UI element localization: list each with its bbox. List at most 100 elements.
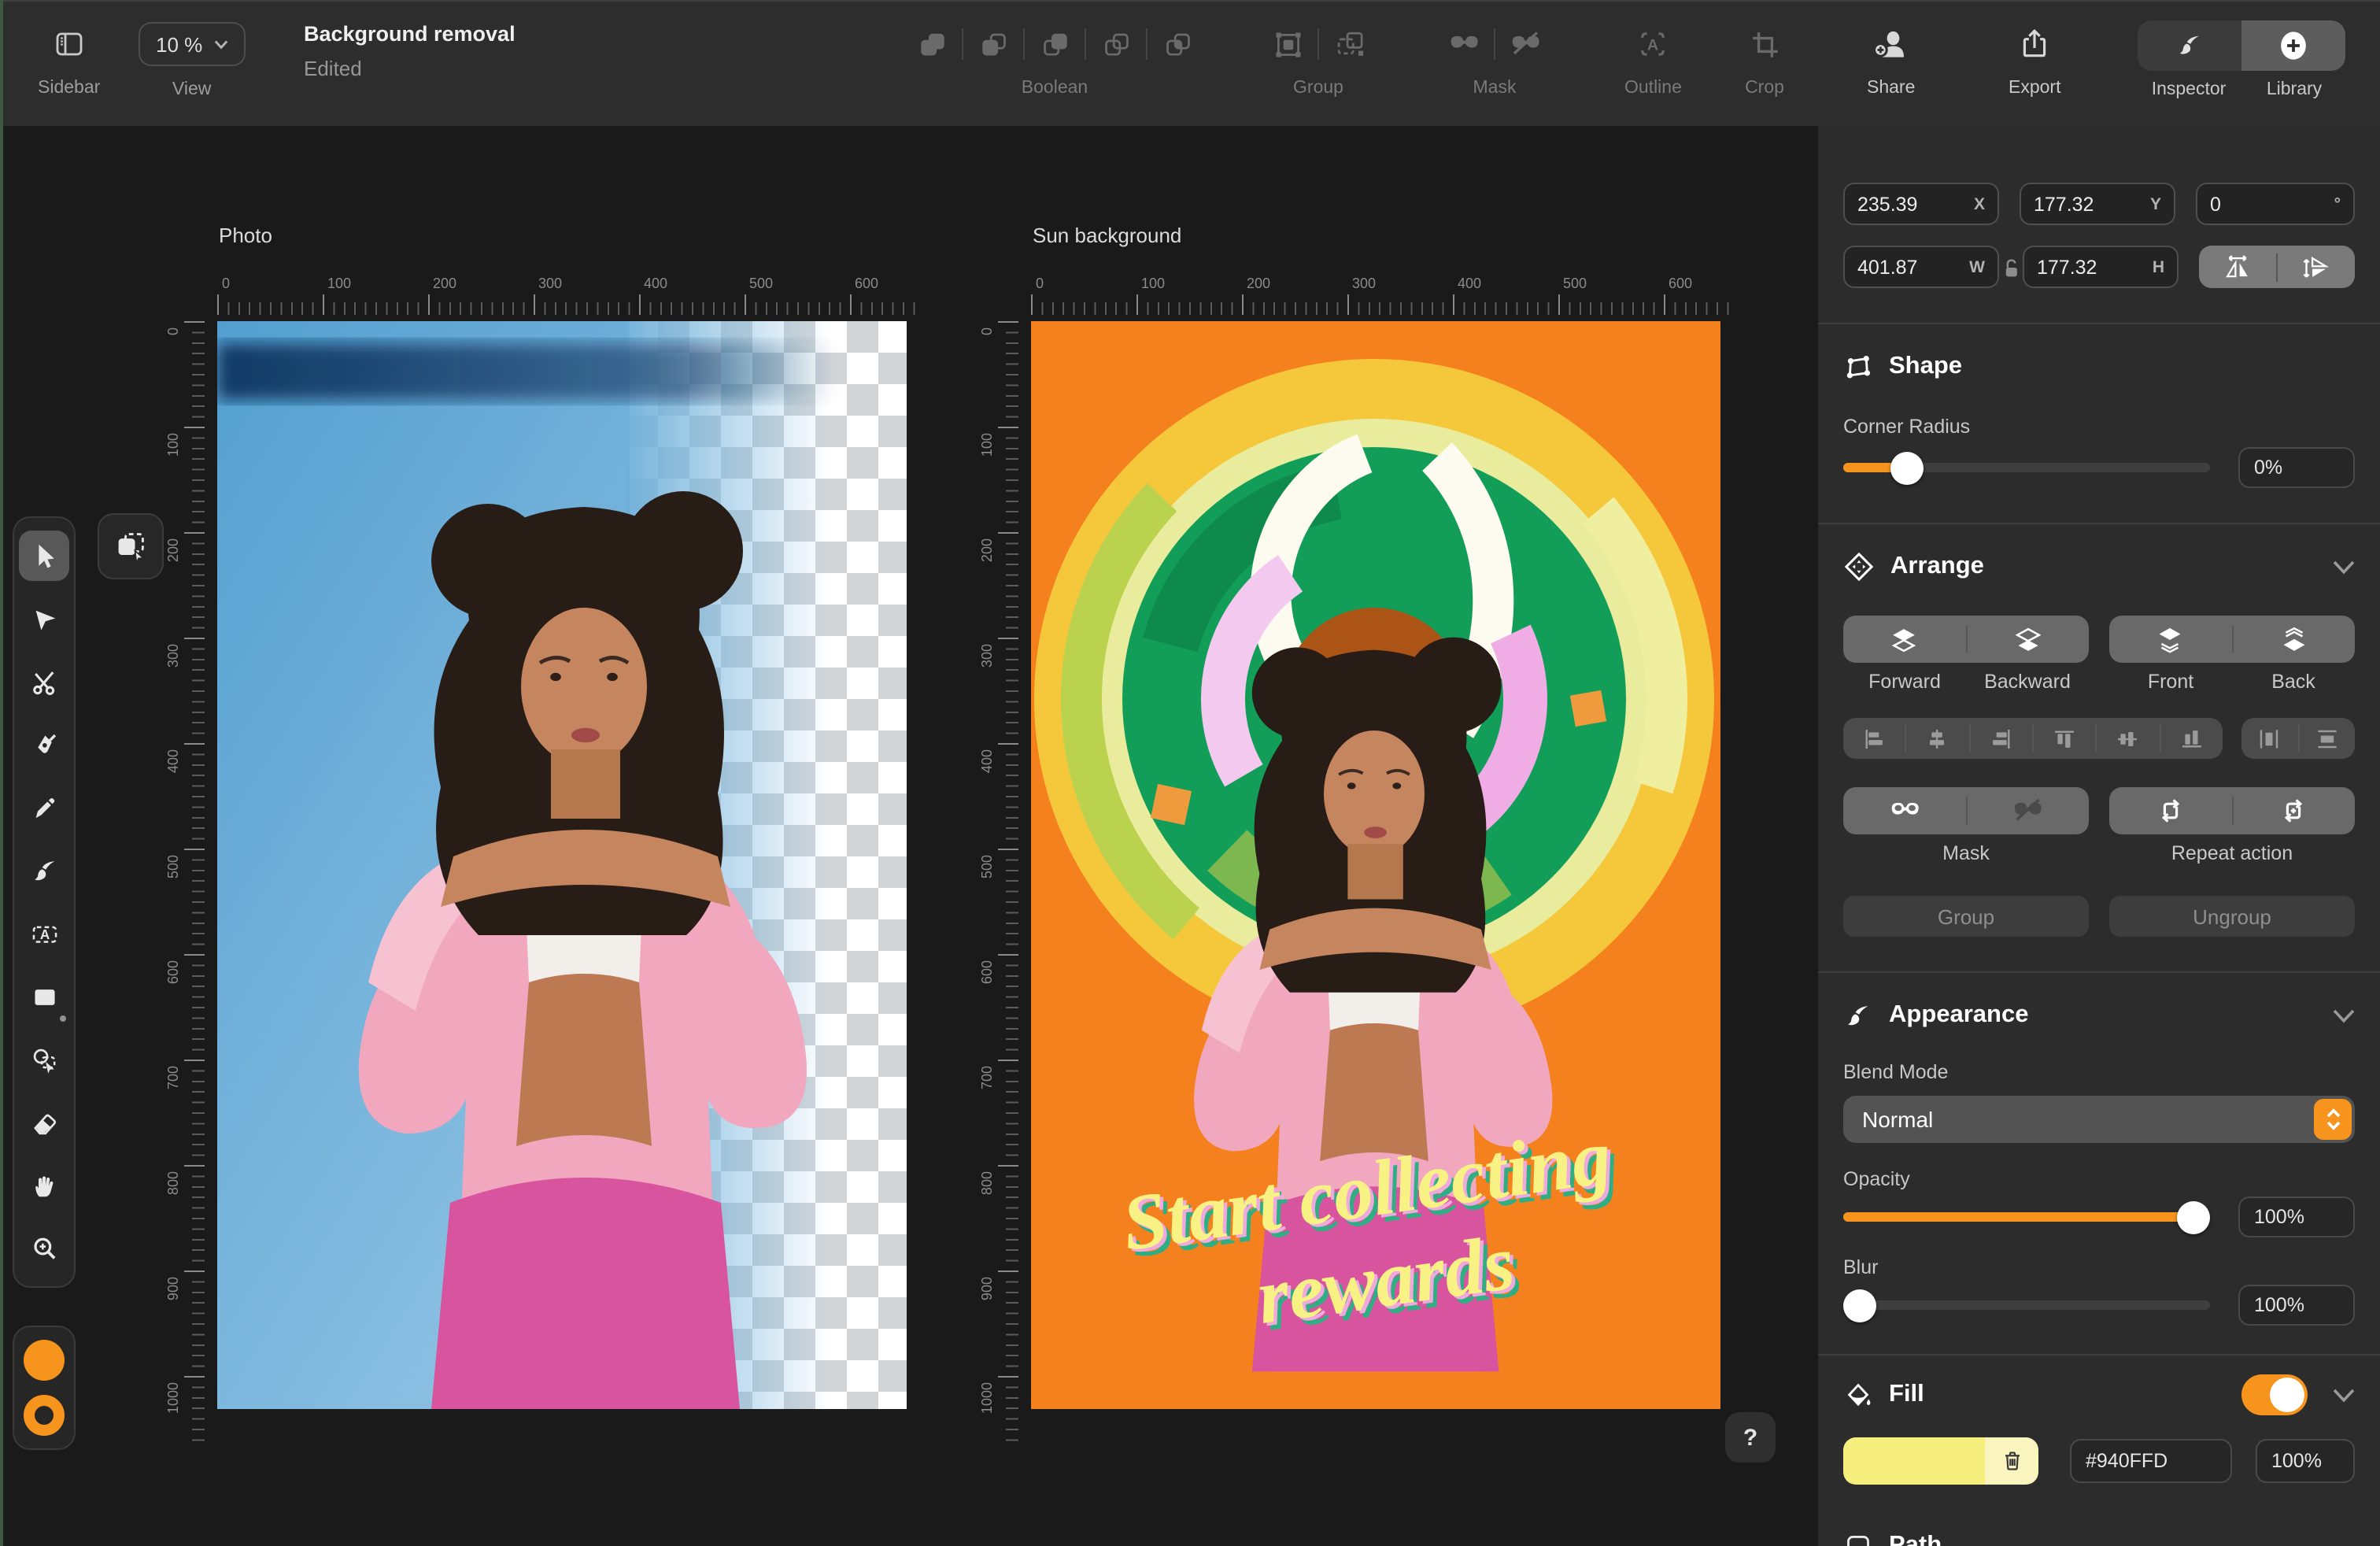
view-zoom-control[interactable]: 10 % View [139, 2, 246, 99]
blur-slider[interactable] [1843, 1285, 2210, 1326]
opacity-slider[interactable] [1843, 1196, 2210, 1237]
magnifier-plus-icon [33, 1237, 55, 1259]
share-button[interactable]: Share [1867, 2, 1915, 98]
height-field[interactable]: 177.32 H [2023, 246, 2179, 288]
tool-brush[interactable] [19, 839, 69, 902]
library-segment[interactable] [2241, 20, 2345, 71]
send-backward-button[interactable] [1967, 616, 2089, 663]
corner-radius-value[interactable]: 0% [2238, 447, 2355, 488]
export-button[interactable]: Export [2009, 2, 2061, 98]
app-window: Sidebar 10 % View Background removal Edi… [0, 0, 2380, 1546]
inspector-label: Inspector [2151, 80, 2227, 99]
mask-button[interactable] [1843, 787, 1965, 834]
tool-direct-select[interactable] [19, 587, 69, 650]
tool-rectangle[interactable] [19, 965, 69, 1028]
unmask-icon[interactable] [1505, 24, 1546, 65]
view-label: View [172, 80, 212, 99]
tool-text[interactable]: A [19, 902, 69, 965]
fill-hex-field[interactable]: #940FFD [2070, 1439, 2232, 1483]
blur-value[interactable]: 100% [2238, 1285, 2355, 1326]
inspector-segment[interactable] [2138, 20, 2241, 71]
repeat-action-button[interactable] [2109, 787, 2231, 834]
mask-icon[interactable] [1443, 24, 1484, 65]
tool-hand[interactable] [19, 1154, 69, 1217]
export-label: Export [2009, 79, 2061, 98]
collapse-fill-chevron[interactable] [2333, 1388, 2355, 1402]
ruler-number: 100 [165, 433, 181, 457]
align-top-button[interactable] [2034, 718, 2096, 759]
stroke-color-well[interactable] [24, 1395, 65, 1436]
collapse-appearance-chevron[interactable] [2333, 1008, 2355, 1023]
width-field[interactable]: 401.87 W [1843, 246, 1999, 288]
bring-forward-button[interactable] [1843, 616, 1965, 663]
bring-to-front-button[interactable] [2109, 616, 2231, 663]
aspect-lock[interactable] [1999, 256, 2023, 278]
distribute-horizontal-button[interactable] [2241, 718, 2297, 759]
tool-pen[interactable] [19, 713, 69, 776]
tool-eraser[interactable] [19, 1091, 69, 1154]
artboard-label-sun[interactable]: Sun background [1033, 224, 1181, 247]
align-left-button[interactable] [1843, 718, 1905, 759]
align-bottom-button[interactable] [2160, 718, 2223, 759]
corner-radius-slider[interactable] [1843, 447, 2210, 488]
align-right-button[interactable] [1970, 718, 2032, 759]
rotation-field[interactable]: 0 ° [2196, 183, 2355, 225]
fill-toggle[interactable] [2241, 1374, 2308, 1415]
boolean-divide-icon[interactable] [1157, 24, 1198, 65]
ruler-number: 300 [165, 644, 181, 668]
boolean-subtract-icon[interactable] [973, 24, 1014, 65]
y-field[interactable]: 177.32 Y [2020, 183, 2175, 225]
tool-zoom[interactable] [19, 1217, 69, 1280]
x-field[interactable]: 235.39 X [1843, 183, 1999, 225]
tool-scissors[interactable] [19, 650, 69, 713]
distribute-vertical-button[interactable] [2299, 718, 2355, 759]
outline-label: Outline [1624, 79, 1682, 98]
repeat-duplicate-button[interactable] [2233, 787, 2355, 834]
ruler-number: 900 [165, 1277, 181, 1301]
transform-paste-tool[interactable] [98, 513, 164, 579]
align-center-h-button[interactable] [1907, 718, 1969, 759]
unmask-button[interactable] [1967, 787, 2089, 834]
tool-select[interactable] [19, 531, 69, 581]
blend-mode-select[interactable]: Normal [1843, 1096, 2355, 1143]
boolean-label: Boolean [1021, 79, 1088, 98]
ruler-number: 400 [165, 749, 181, 774]
ungroup-icon[interactable] [1329, 24, 1369, 65]
ungroup-button[interactable]: Ungroup [2109, 896, 2355, 937]
crop-icon[interactable] [1744, 24, 1785, 65]
ruler-number: 200 [433, 276, 457, 291]
fill-opacity-field[interactable]: 100% [2256, 1439, 2355, 1483]
flip-vertical-button[interactable] [2278, 246, 2355, 288]
outline-icon[interactable]: A [1632, 24, 1673, 65]
send-to-back-button[interactable] [2233, 616, 2355, 663]
zoom-dropdown[interactable]: 10 % [139, 22, 246, 66]
align-center-v-button[interactable] [2097, 718, 2160, 759]
ruler-number: 0 [1036, 276, 1044, 291]
outline-group: A Outline [1624, 2, 1682, 98]
collapse-arrange-chevron[interactable] [2333, 560, 2355, 574]
fill-color-well[interactable] [24, 1340, 65, 1381]
boolean-union-icon[interactable] [911, 24, 952, 65]
boolean-exclude-icon[interactable] [1096, 24, 1136, 65]
blend-mode-stepper[interactable] [2314, 1099, 2352, 1140]
fill-color-swatch[interactable] [1843, 1437, 2038, 1485]
fill-bucket-icon [1847, 1382, 1871, 1406]
blend-mode-label: Blend Mode [1843, 1061, 1949, 1083]
opacity-value[interactable]: 100% [2238, 1196, 2355, 1237]
artboard-photo[interactable] [217, 321, 907, 1409]
artboard-label-photo[interactable]: Photo [219, 224, 272, 247]
brush-icon [34, 860, 54, 880]
flip-horizontal-button[interactable] [2199, 246, 2276, 288]
artboard-sun-background[interactable]: Start collecting rewards Start collectin… [1031, 321, 1720, 1409]
back-label: Back [2271, 671, 2315, 693]
group-icon[interactable] [1267, 24, 1308, 65]
canvas-area[interactable]: Photo 0 100 200 300 400 500 600 0 100 200 300 400 5… [0, 126, 1818, 1546]
group-button[interactable]: Group [1843, 896, 2089, 937]
tool-pencil[interactable] [19, 776, 69, 839]
boolean-intersect-icon[interactable] [1034, 24, 1075, 65]
trash-icon[interactable] [2000, 1448, 2023, 1474]
help-button[interactable]: ? [1725, 1412, 1776, 1463]
vertical-ruler: 0 100 200 300 400 500 600 700 800 900 1000 [164, 321, 214, 1442]
tool-shape-select[interactable] [19, 1028, 69, 1091]
sidebar-toggle[interactable]: Sidebar [38, 2, 100, 98]
